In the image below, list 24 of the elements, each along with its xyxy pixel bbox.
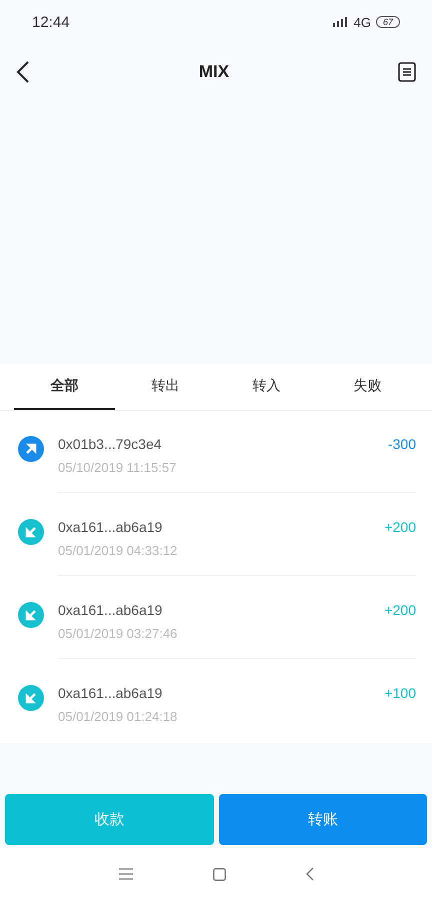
- battery-indicator: 67: [376, 16, 400, 28]
- amount: -300: [388, 436, 416, 452]
- transaction-time: 05/01/2019 03:27:46: [58, 626, 178, 641]
- home-icon[interactable]: [212, 868, 226, 880]
- wallet-address: 0xa161...ab6a19: [58, 519, 162, 535]
- filter-tab[interactable]: 失败: [317, 364, 418, 410]
- amount: +200: [384, 519, 416, 535]
- back-icon[interactable]: [16, 61, 30, 83]
- menu-icon[interactable]: [118, 868, 132, 880]
- wallet-address: 0xa161...ab6a19: [58, 602, 162, 618]
- filter-tab[interactable]: 转入: [216, 364, 317, 410]
- filter-tab[interactable]: 转出: [115, 364, 216, 410]
- wallet-address: 0xa161...ab6a19: [58, 685, 162, 701]
- page-title: MIX: [198, 62, 230, 82]
- wallet-address: 0x01b3...79c3e4: [58, 436, 162, 452]
- document-icon[interactable]: [398, 62, 416, 82]
- network-label: 4G: [354, 14, 371, 30]
- transaction-time: 05/10/2019 11:15:57: [58, 460, 178, 475]
- signal-icon: [332, 17, 349, 27]
- transaction-time: 05/01/2019 04:33:12: [58, 543, 178, 558]
- status-time: 12:44: [32, 14, 70, 30]
- transaction-time: 05/01/2019 01:24:18: [58, 709, 178, 724]
- amount: +200: [384, 602, 416, 618]
- amount: +100: [384, 685, 416, 701]
